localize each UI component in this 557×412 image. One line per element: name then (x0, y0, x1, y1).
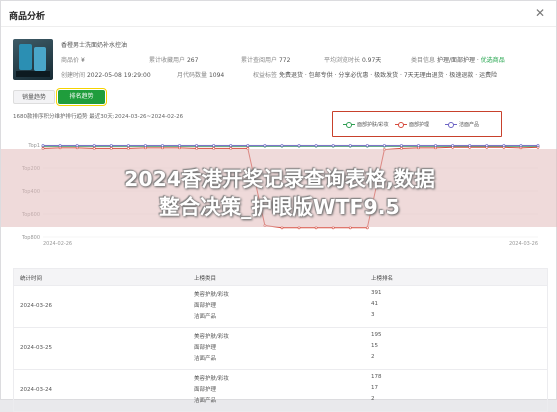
product-thumbnail (13, 39, 53, 80)
data-point (297, 226, 301, 230)
data-point (178, 144, 181, 147)
divider (1, 26, 556, 27)
rank-trend-tab[interactable]: 排名趋势 (56, 88, 107, 106)
cum-sales-value: 267 (186, 57, 199, 64)
data-point (536, 144, 540, 147)
data-point (229, 144, 233, 147)
legend-item[interactable]: 洁面产品 (445, 121, 479, 128)
table-header: 统计时间 上榜类目 上榜排名 (14, 269, 547, 285)
data-point (75, 144, 79, 147)
rank-value: 1094 (208, 72, 225, 79)
rank-table: 统计时间 上榜类目 上榜排名 2024-03-26 美容护肤/彩妆 391 面部护… (13, 268, 548, 412)
created-label: 创建时间 (61, 72, 86, 79)
product-analysis-dialog: 商品分析 ✕ 香橙男士洗面奶补水控油 商品价 ¥ 累计收藏用户 267 累计查阅… (0, 0, 557, 412)
data-point (314, 144, 318, 147)
data-point (468, 144, 472, 147)
data-point (195, 144, 199, 147)
date-range-label: 1680款排序积分维护排行趋势 最近30天:2024-03-26~2024-02… (13, 114, 184, 120)
product-name: 香橙男士洗面奶补水控油 (61, 42, 128, 49)
avg-rating-label: 平均浏览时长 (324, 57, 361, 64)
data-point (331, 144, 335, 147)
data-point (485, 144, 489, 147)
data-point (400, 144, 403, 147)
table-row: 2024-03-25 美容护肤/彩妆 195 面部护理 15 洁面产品 2 (14, 327, 547, 369)
price-label: 商品价 (61, 57, 80, 64)
x-tick-label: 2024-02-26 (43, 241, 72, 247)
data-point (144, 144, 147, 147)
data-point (212, 144, 216, 147)
data-point (331, 226, 335, 230)
avg-rating-value: 0.97天 (361, 57, 382, 64)
data-point (348, 144, 352, 147)
data-point (58, 144, 62, 147)
cum-sales-label: 累计收藏用户 (149, 57, 186, 64)
data-point (382, 144, 386, 147)
data-point (434, 144, 437, 147)
data-point (41, 144, 45, 147)
tags-label: 权益标签 (253, 72, 278, 79)
data-point (109, 144, 113, 147)
x-tick-label: 2024-03-26 (509, 241, 538, 247)
data-point (280, 144, 284, 147)
watermark-text: 2024香港开奖记录查询表格,数据 整合决策_护眼版WTF9.5 (124, 167, 435, 219)
created-value: 2022-05-08 19:29:00 (86, 72, 151, 79)
data-point (161, 144, 164, 147)
data-point (365, 226, 369, 230)
data-point (519, 144, 523, 147)
data-point (502, 144, 506, 147)
close-icon[interactable]: ✕ (533, 6, 547, 20)
data-point (365, 144, 369, 147)
dialog-title: 商品分析 (9, 12, 46, 22)
data-point (348, 226, 352, 230)
legend-item[interactable]: 面部护肤/彩妆 (343, 121, 389, 128)
cum-views-value: 772 (278, 57, 291, 64)
cum-views-label: 累计查阅用户 (241, 57, 278, 64)
data-point (417, 144, 420, 147)
table-row: 2024-03-26 美容护肤/彩妆 391 面部护理 41 洁面产品 3 (14, 285, 547, 327)
data-point (126, 144, 130, 147)
category-value: 护理/面部护理 (436, 57, 475, 64)
data-point (297, 144, 301, 147)
data-point (246, 144, 250, 147)
data-point (314, 226, 318, 230)
sales-trend-tab[interactable]: 销量趋势 (13, 90, 55, 104)
status-badge: 优选商品 (480, 57, 505, 64)
tags-value: 免费退货 · 包邮专供 · 分享必优惠 · 极致发货 · 7天无理由退货 · 极… (278, 72, 498, 79)
data-point (92, 144, 96, 147)
legend-item[interactable]: 面部护理 (395, 121, 429, 128)
price-value: ¥ (80, 57, 85, 64)
chart-legend: 面部护肤/彩妆 面部护理 洁面产品 (332, 111, 502, 137)
data-point (263, 144, 267, 147)
data-point (280, 226, 284, 230)
rank-label: 月代码数量 (177, 72, 208, 79)
data-point (451, 144, 455, 147)
table-row: 2024-03-24 美容护肤/彩妆 178 面部护理 17 洁面产品 2 (14, 369, 547, 411)
y-tick-label: Top800 (21, 235, 40, 241)
category-label: 类目信息 (411, 57, 436, 64)
